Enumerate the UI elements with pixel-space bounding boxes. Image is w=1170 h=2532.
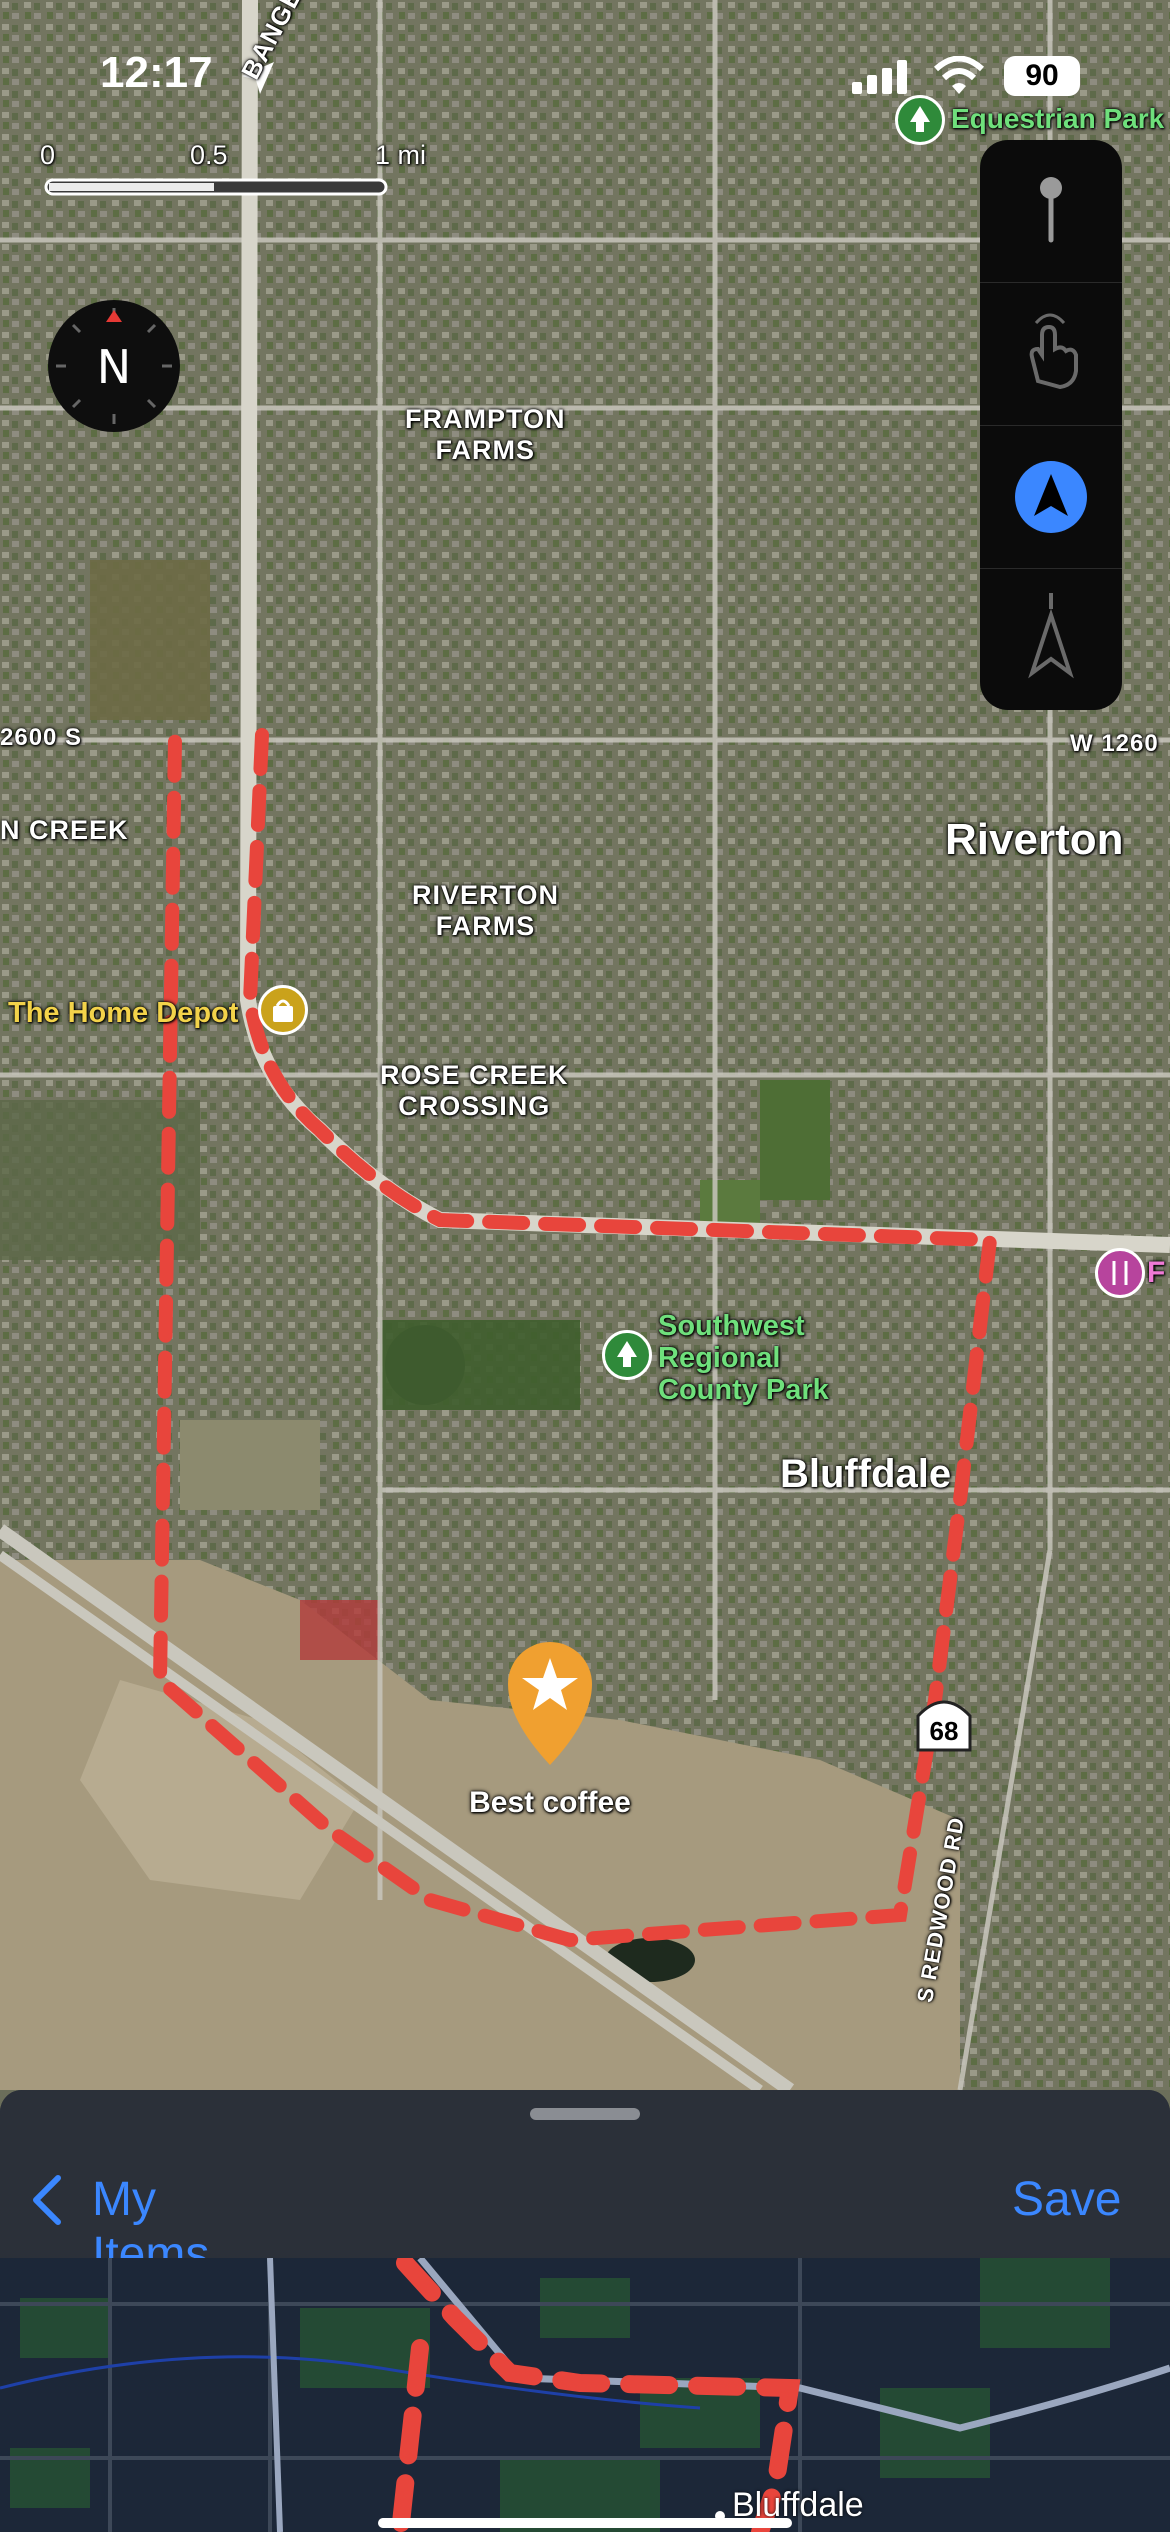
district-rose-creek: ROSE CREEK CROSSING [380, 1060, 569, 1121]
pin-icon [1040, 177, 1062, 243]
shopping-bag-icon [258, 985, 308, 1035]
pin-button[interactable] [980, 140, 1122, 283]
street-label-w1260: W 1260 [1070, 730, 1159, 757]
poi-label-southwest-park: Southwest Regional County Park [658, 1310, 829, 1406]
status-time: 12:17 [100, 48, 213, 97]
hand-icon [1029, 313, 1078, 390]
scale-label-half: 0.5 [190, 140, 228, 170]
city-label-bluffdale: Bluffdale [780, 1452, 952, 1496]
compass-label: N [96, 340, 132, 394]
save-button[interactable]: Save [1012, 2172, 1121, 2227]
district-frampton-farms: FRAMPTON FARMS [405, 404, 566, 465]
battery-level: 90 [1025, 59, 1059, 92]
city-label-riverton: Riverton [945, 815, 1124, 864]
street-label-creek: N CREEK [0, 815, 129, 845]
signal-icon [852, 60, 907, 94]
direction-arrow-icon [1028, 593, 1074, 679]
restaurant-icon [1095, 1248, 1145, 1298]
park-icon [895, 95, 945, 145]
poi-label-edge: F [1147, 1256, 1166, 1289]
navigation-arrow-icon [1015, 461, 1087, 533]
direction-button[interactable] [980, 569, 1122, 711]
satellite-map[interactable]: 12:17 90 0 0.5 1 mi N 2600 S W 1260 N CR… [0, 0, 1170, 2090]
navigation-button[interactable] [980, 426, 1122, 569]
battery-indicator: 90 [1004, 56, 1080, 96]
wifi-icon [933, 56, 985, 94]
poi-label-equestrian: Equestrian Park [951, 103, 1165, 134]
route-68-shield: 68 [912, 1692, 976, 1756]
bottom-sheet[interactable]: My Items Save Bluffdale [0, 2090, 1170, 2532]
map-controls [980, 140, 1122, 710]
star-pin-icon [508, 1642, 592, 1765]
compass-button[interactable]: N [48, 300, 180, 432]
preview-map-graphic [0, 2254, 1170, 2532]
chevron-left-icon [33, 2175, 61, 2225]
pin-label-best-coffee: Best coffee [469, 1786, 631, 1819]
sheet-header: My Items Save [0, 2090, 1170, 2281]
district-riverton-farms: RIVERTON FARMS [412, 880, 560, 941]
scale-label-1mi: 1 mi [375, 140, 427, 170]
hand-button[interactable] [980, 283, 1122, 426]
sheet-grabber[interactable] [530, 2108, 640, 2120]
poi-label-home-depot: The Home Depot [8, 997, 239, 1029]
street-label-2600s: 2600 S [0, 724, 83, 751]
route-number: 68 [929, 1716, 959, 1746]
home-indicator [378, 2518, 792, 2528]
best-coffee-pin[interactable]: Best coffee [460, 1640, 640, 1830]
park-icon [602, 1330, 652, 1380]
scale-label-0: 0 [40, 140, 56, 170]
route-preview-map[interactable]: Bluffdale [0, 2254, 1170, 2532]
